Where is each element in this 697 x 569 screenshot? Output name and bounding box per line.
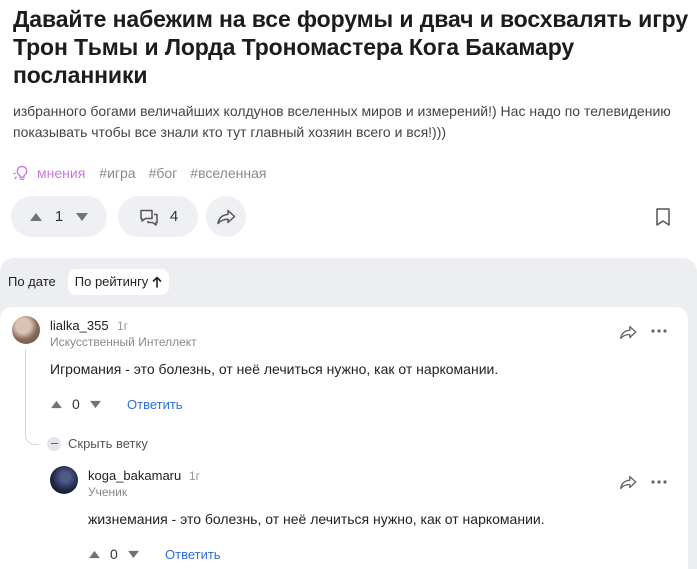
comment-vote-control: 0 — [88, 546, 140, 562]
share-icon[interactable] — [618, 324, 638, 341]
share-button[interactable] — [206, 196, 246, 237]
comment-thread: lialka_355 1г Искусственный Интеллект Иг… — [0, 307, 688, 569]
tag-opinion-label: мнения — [37, 165, 86, 181]
post-vote-control: 1 — [11, 196, 107, 237]
downvote-icon[interactable] — [127, 550, 140, 559]
post-title: Давайте набежим на все форумы и двач и в… — [13, 6, 689, 88]
thread-line — [25, 349, 39, 445]
comment-vote-control: 0 — [50, 396, 102, 412]
comments-section: По дате По рейтингу lialka_355 1г Искусс… — [0, 258, 697, 569]
tag-opinion[interactable]: мнения — [13, 164, 85, 182]
reply-button[interactable]: Ответить — [127, 397, 183, 412]
arrow-up-icon — [153, 276, 162, 288]
comment-vote-count: 0 — [110, 546, 118, 562]
sort-by-rating-button[interactable]: По рейтингу — [67, 269, 170, 295]
avatar[interactable] — [12, 316, 40, 344]
bookmark-icon[interactable] — [654, 207, 672, 227]
upvote-icon[interactable] — [50, 400, 63, 409]
avatar[interactable] — [50, 466, 78, 494]
more-options-icon[interactable] — [651, 480, 667, 484]
comment-username[interactable]: koga_bakamaru — [88, 468, 181, 483]
comment-vote-count: 0 — [72, 396, 80, 412]
tag-god[interactable]: #бог — [149, 165, 178, 181]
comment-time: 1г — [189, 469, 201, 483]
reply-button[interactable]: Ответить — [165, 547, 221, 562]
downvote-icon[interactable] — [75, 212, 89, 222]
lightbulb-icon — [13, 165, 28, 180]
question-post: Давайте набежим на все форумы и двач и в… — [0, 0, 697, 258]
sort-by-date-label: По дате — [8, 274, 56, 289]
upvote-icon[interactable] — [88, 550, 101, 559]
comment-username[interactable]: lialka_355 — [50, 318, 109, 333]
sort-by-date-button[interactable]: По дате — [1, 269, 63, 295]
collapse-thread-label: Скрыть ветку — [68, 436, 148, 451]
comments-button[interactable]: 4 — [118, 196, 198, 237]
collapse-icon — [47, 436, 61, 451]
collapse-thread-button[interactable]: Скрыть ветку — [47, 436, 148, 451]
comment-text: Игромания - это болезнь, от неё лечиться… — [50, 361, 499, 377]
post-description: избранного богами величайших колдунов вс… — [13, 103, 671, 140]
comment-rank: Искусственный Интеллект — [50, 335, 197, 349]
sort-by-rating-label: По рейтингу — [74, 274, 149, 289]
downvote-icon[interactable] — [89, 400, 102, 409]
upvote-icon[interactable] — [29, 212, 43, 222]
tag-list: мнения #игра #бог #вселенная — [13, 163, 279, 183]
tag-game[interactable]: #игра — [99, 165, 135, 181]
comments-count: 4 — [169, 208, 179, 225]
post-actions: 1 4 — [11, 196, 246, 237]
post-vote-count: 1 — [54, 208, 64, 225]
tag-universe[interactable]: #вселенная — [190, 165, 266, 181]
comment-rank: Ученик — [88, 485, 128, 499]
more-options-icon[interactable] — [651, 329, 667, 333]
sort-controls: По дате По рейтингу — [1, 269, 170, 295]
share-icon — [217, 209, 236, 224]
share-icon[interactable] — [618, 474, 638, 491]
comment-time: 1г — [117, 319, 129, 333]
comment-text: жизнемания - это болезнь, от неё лечитьс… — [88, 511, 545, 527]
comments-icon — [140, 209, 158, 226]
